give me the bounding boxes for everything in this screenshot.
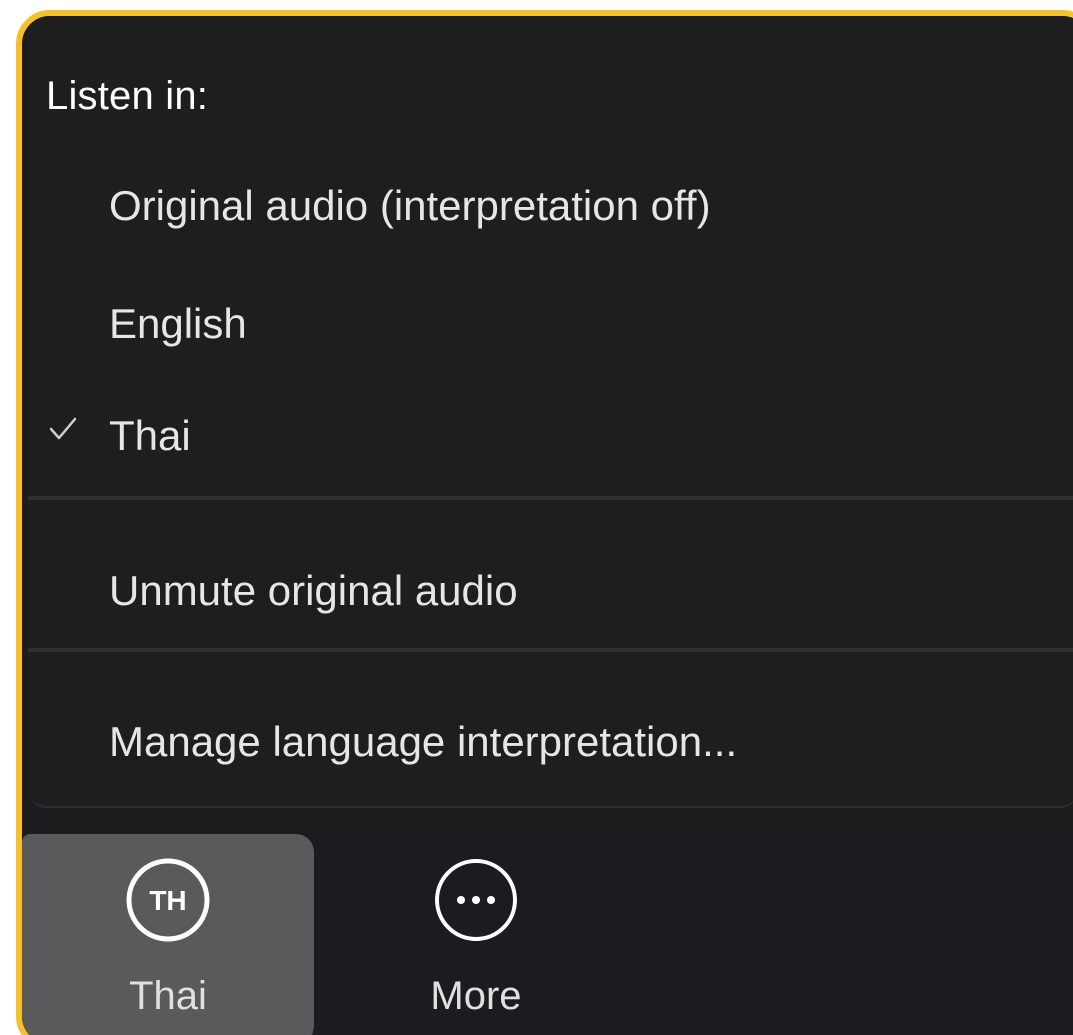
- menu-item-unmute-original-audio[interactable]: Unmute original audio: [28, 551, 1073, 631]
- language-th-icon: TH: [126, 858, 210, 942]
- menu-item-thai[interactable]: Thai: [28, 396, 1073, 476]
- svg-text:TH: TH: [149, 885, 186, 916]
- interpretation-button-label: Thai: [129, 974, 207, 1018]
- menu-item-manage-interpretation[interactable]: Manage language interpretation...: [28, 702, 1073, 782]
- menu-item-english[interactable]: English: [28, 284, 1073, 364]
- menu-item-label: English: [109, 300, 247, 347]
- menu-item-label: Manage language interpretation...: [109, 718, 738, 765]
- menu-divider: [28, 496, 1073, 500]
- menu-item-label: Unmute original audio: [109, 567, 518, 614]
- meeting-toolbar: TH Thai More: [22, 834, 1073, 1035]
- menu-divider: [28, 648, 1073, 652]
- interpretation-language-button[interactable]: TH Thai: [22, 834, 314, 1035]
- checkmark-icon: [49, 417, 77, 440]
- menu-item-label: Original audio (interpretation off): [109, 182, 711, 229]
- menu-header: Listen in:: [46, 74, 209, 118]
- more-button[interactable]: More: [330, 834, 622, 1035]
- ellipsis-icon: [435, 859, 517, 941]
- highlight-frame: Listen in: Original audio (interpretatio…: [16, 10, 1073, 1035]
- more-button-label: More: [430, 974, 522, 1018]
- interpretation-menu: Listen in: Original audio (interpretatio…: [28, 16, 1073, 808]
- menu-item-label: Thai: [109, 412, 191, 459]
- menu-item-original-audio[interactable]: Original audio (interpretation off): [28, 166, 1073, 246]
